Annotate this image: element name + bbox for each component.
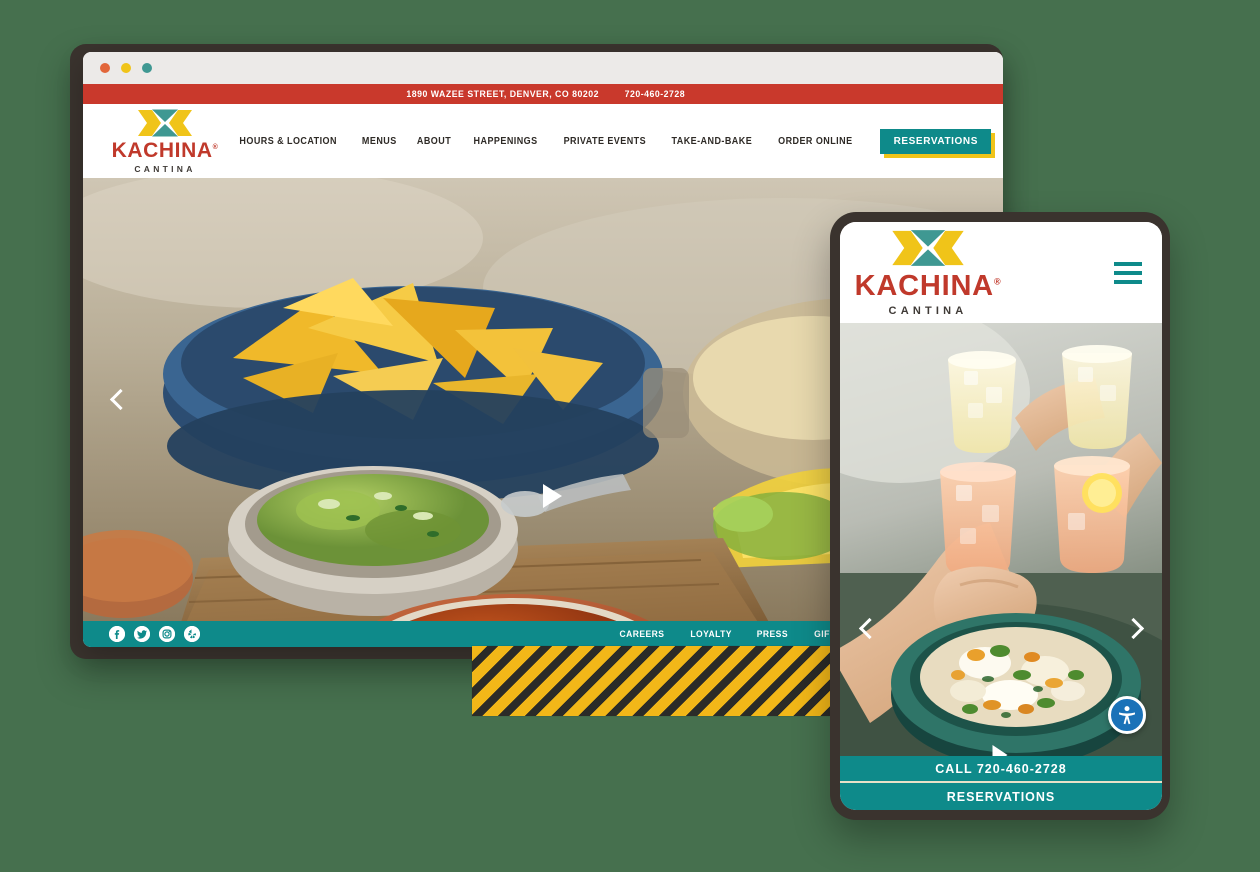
yelp-icon[interactable] — [184, 626, 200, 642]
nav-item-happenings[interactable]: HAPPENINGS — [474, 136, 538, 147]
kachina-mark-icon — [137, 108, 193, 138]
hero-play-button[interactable] — [543, 484, 562, 508]
facebook-icon[interactable] — [109, 626, 125, 642]
chevron-left-icon — [858, 617, 880, 639]
mobile-call-button[interactable]: CALL 720-460-2728 — [840, 756, 1162, 783]
mobile-hero-photo — [840, 323, 1162, 756]
nav-item-about[interactable]: ABOUT — [417, 136, 451, 147]
window-maximize-dot[interactable] — [142, 63, 152, 73]
chevron-right-icon — [1122, 617, 1144, 639]
accessibility-person-glyph — [1119, 706, 1135, 725]
mobile-header: KACHINA® CANTINA — [840, 222, 1162, 323]
chevron-left-icon — [109, 388, 131, 411]
mobile-reservations-button[interactable]: RESERVATIONS — [840, 783, 1162, 810]
site-navbar: KACHINA® CANTINA HOURS & LOCATION MENUS … — [83, 104, 1003, 178]
window-close-dot[interactable] — [100, 63, 110, 73]
logo-subtitle: CANTINA — [888, 304, 968, 317]
composition-stage: 1890 WAZEE STREET, DENVER, CO 80202 720-… — [0, 0, 1260, 872]
mobile-hero-next-arrow[interactable] — [1116, 611, 1150, 645]
twitter-icon[interactable] — [134, 626, 150, 642]
hamburger-menu-icon[interactable] — [1114, 261, 1142, 284]
browser-titlebar — [83, 52, 1003, 84]
address-text: 1890 WAZEE STREET, DENVER, CO 80202 — [406, 88, 600, 100]
footer-link-loyalty[interactable]: LOYALTY — [690, 629, 732, 640]
logo-wordmark: KACHINA® — [111, 139, 219, 163]
nav-item-order-online[interactable]: ORDER ONLINE — [778, 136, 852, 147]
nav-item-take-and-bake[interactable]: TAKE-AND-BAKE — [672, 136, 753, 147]
mobile-site-logo[interactable]: KACHINA® CANTINA — [850, 228, 1006, 317]
nav-item-private-events[interactable]: PRIVATE EVENTS — [563, 136, 645, 147]
mobile-hero-play-button[interactable] — [992, 745, 1008, 756]
mobile-viewport: KACHINA® CANTINA CALL 720-460-2728 RESER… — [840, 222, 1162, 810]
instagram-icon[interactable] — [159, 626, 175, 642]
nav-item-hours-location[interactable]: HOURS & LOCATION — [240, 136, 338, 147]
logo-subtitle: CANTINA — [134, 163, 196, 174]
footer-link-careers[interactable]: CAREERS — [619, 629, 664, 640]
mobile-hero-prev-arrow[interactable] — [852, 611, 886, 645]
accessibility-icon[interactable] — [1108, 696, 1146, 734]
footer-link-press[interactable]: PRESS — [757, 629, 788, 640]
primary-navigation: HOURS & LOCATION MENUS ABOUT HAPPENINGS … — [234, 128, 991, 154]
mobile-hero-slider — [840, 323, 1162, 756]
site-logo[interactable]: KACHINA® CANTINA — [105, 108, 225, 174]
logo-wordmark: KACHINA® — [854, 270, 1002, 303]
hazard-tape-decoration — [472, 646, 847, 716]
nav-item-menus[interactable]: MENUS — [362, 136, 397, 147]
social-links — [109, 626, 200, 642]
site-info-bar: 1890 WAZEE STREET, DENVER, CO 80202 720-… — [83, 84, 1003, 104]
window-minimize-dot[interactable] — [121, 63, 131, 73]
reservations-button[interactable]: RESERVATIONS — [879, 128, 991, 154]
phone-text[interactable]: 720-460-2728 — [624, 89, 685, 100]
hero-prev-arrow[interactable] — [103, 383, 137, 417]
kachina-mark-icon — [891, 228, 965, 268]
